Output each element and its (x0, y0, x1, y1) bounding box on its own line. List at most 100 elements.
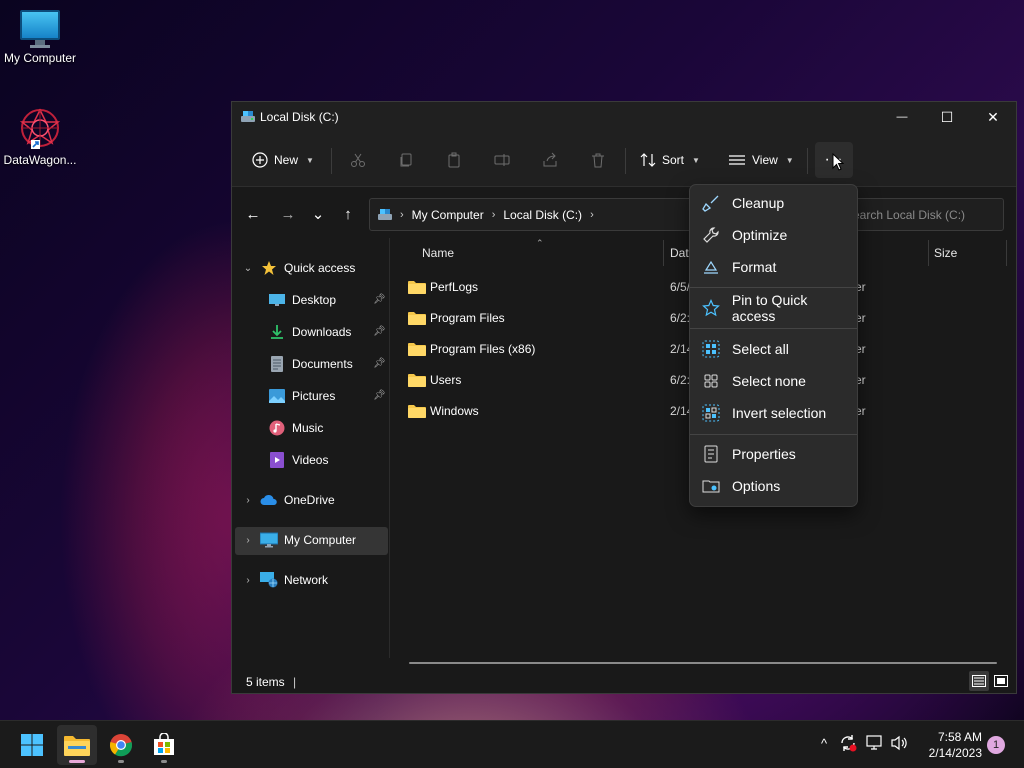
menu-item-select-all[interactable]: Select all (694, 334, 854, 364)
forward-button[interactable]: → (278, 204, 298, 224)
menu-item-properties[interactable]: Properties (694, 439, 854, 469)
sidebar-item-onedrive[interactable]: › OneDrive (232, 486, 390, 514)
volume-button[interactable] (888, 731, 912, 755)
search-box[interactable]: Search Local Disk (C:) (834, 198, 1004, 231)
details-view-button[interactable] (969, 671, 989, 691)
share-icon[interactable] (538, 148, 562, 172)
table-row[interactable]: Program Files (x86) (408, 336, 535, 362)
large-icons-view-button[interactable] (991, 671, 1011, 691)
sidebar-item-music[interactable]: Music (268, 414, 390, 442)
column-divider[interactable] (1006, 240, 1007, 266)
taskbar-chrome[interactable] (101, 725, 141, 765)
back-button[interactable]: ← (243, 204, 263, 224)
column-divider[interactable] (928, 240, 929, 266)
sidebar-item-label: OneDrive (284, 493, 335, 507)
see-more-button[interactable]: ··· (815, 142, 853, 178)
address-bar[interactable]: › My Computer › Local Disk (C:) › (369, 198, 695, 231)
sidebar-item-network[interactable]: › Network (232, 566, 390, 594)
copy-icon[interactable] (394, 148, 418, 172)
delete-icon[interactable] (586, 148, 610, 172)
chevron-right-icon[interactable]: › (242, 495, 254, 506)
desktop-icon-datawagon[interactable]: DataWagon... (0, 106, 80, 167)
sidebar-item-quick-access[interactable]: ⌄ Quick access (232, 254, 390, 282)
column-header-name[interactable]: Name (422, 246, 454, 262)
menu-item-format[interactable]: Format (694, 252, 854, 282)
active-indicator (69, 760, 85, 763)
pin-icon[interactable]: 📌︎ (373, 358, 386, 369)
breadcrumb-separator: › (491, 208, 496, 221)
sidebar-item-label: Downloads (292, 325, 352, 339)
sidebar-item-downloads[interactable]: Downloads (268, 318, 390, 346)
menu-item-optimize[interactable]: Optimize (694, 220, 854, 250)
menu-item-label: Cleanup (732, 195, 785, 211)
pin-icon[interactable]: 📌︎ (373, 390, 386, 401)
view-button[interactable]: View ▼ (728, 144, 794, 176)
desktop-icon-my-computer[interactable]: My Computer (0, 10, 80, 65)
taskbar-file-explorer[interactable] (57, 725, 97, 765)
horizontal-scrollbar[interactable] (409, 662, 997, 664)
sidebar-item-desktop[interactable]: Desktop (268, 286, 390, 314)
see-more-menu: Cleanup Optimize Format Pin to Quick acc… (689, 184, 858, 507)
show-hidden-icons-button[interactable]: ^ (812, 731, 836, 755)
menu-item-label: Options (732, 478, 781, 494)
pin-icon[interactable]: 📌︎ (373, 294, 386, 305)
menu-item-cleanup[interactable]: Cleanup (694, 188, 854, 218)
title-bar[interactable]: Local Disk (C:) — ☐ ✕ (232, 102, 1016, 132)
sort-button[interactable]: Sort ▼ (640, 144, 700, 176)
sidebar-item-documents[interactable]: Documents (268, 350, 390, 378)
file-name: PerfLogs (430, 280, 479, 294)
desktop-icon-label: My Computer (3, 51, 77, 65)
sidebar-item-label: Quick access (284, 261, 356, 275)
table-row[interactable]: Windows (408, 398, 479, 424)
pin-icon[interactable]: 📌︎ (373, 326, 386, 337)
maximize-button[interactable]: ☐ (924, 102, 970, 132)
column-divider[interactable] (663, 240, 664, 266)
cut-icon[interactable] (346, 148, 370, 172)
pictures-icon (268, 387, 286, 405)
rename-icon[interactable] (490, 148, 514, 172)
clock[interactable]: 7:58 AM 2/14/2023 (918, 729, 982, 761)
breadcrumb-my-computer[interactable]: My Computer (412, 208, 484, 222)
update-status-button[interactable] (836, 731, 860, 755)
sort-icon (640, 153, 656, 167)
chevron-right-icon[interactable]: › (242, 535, 254, 546)
start-button[interactable] (12, 725, 52, 765)
sidebar-item-label: Desktop (292, 293, 337, 307)
chevron-right-icon[interactable]: › (242, 575, 254, 586)
select-all-icon (700, 338, 722, 360)
new-button[interactable]: New ▼ (252, 144, 314, 176)
table-row[interactable]: PerfLogs (408, 274, 478, 300)
sidebar-item-videos[interactable]: Videos (268, 446, 390, 474)
network-status-button[interactable] (863, 731, 887, 755)
invert-selection-icon (700, 402, 722, 424)
chevron-down-icon[interactable]: ⌄ (242, 263, 254, 274)
cloud-icon (260, 491, 278, 509)
mouse-cursor-icon (832, 153, 844, 171)
paste-icon[interactable] (442, 148, 466, 172)
folder-icon (408, 404, 426, 418)
menu-item-select-none[interactable]: Select none (694, 366, 854, 396)
table-row[interactable]: Users (408, 367, 461, 393)
close-button[interactable]: ✕ (970, 102, 1016, 132)
recent-locations-button[interactable]: ⌄ (308, 204, 328, 224)
taskbar-store[interactable] (144, 725, 184, 765)
file-date: 6/5/ (670, 280, 691, 294)
wrench-icon (700, 224, 722, 246)
minimize-icon: — (896, 111, 908, 123)
menu-item-pin-to-quick-access[interactable]: Pin to Quick access (694, 292, 854, 324)
new-label: New (274, 153, 299, 167)
sidebar-item-my-computer[interactable]: › My Computer (232, 526, 390, 554)
sidebar-item-pictures[interactable]: Pictures (268, 382, 390, 410)
table-row[interactable]: Program Files (408, 305, 505, 331)
minimize-button[interactable]: — (879, 102, 925, 132)
folder-icon (408, 311, 426, 325)
up-button[interactable]: ↑ (338, 204, 358, 224)
breadcrumb-local-disk[interactable]: Local Disk (C:) (503, 208, 582, 222)
column-header-size[interactable]: Size (934, 246, 957, 262)
menu-item-options[interactable]: Options (694, 471, 854, 501)
details-view-icon (972, 675, 986, 687)
datawagon-icon (17, 106, 63, 150)
folder-icon (408, 342, 426, 356)
notification-badge[interactable]: 1 (987, 736, 1005, 754)
menu-item-invert-selection[interactable]: Invert selection (694, 398, 854, 428)
